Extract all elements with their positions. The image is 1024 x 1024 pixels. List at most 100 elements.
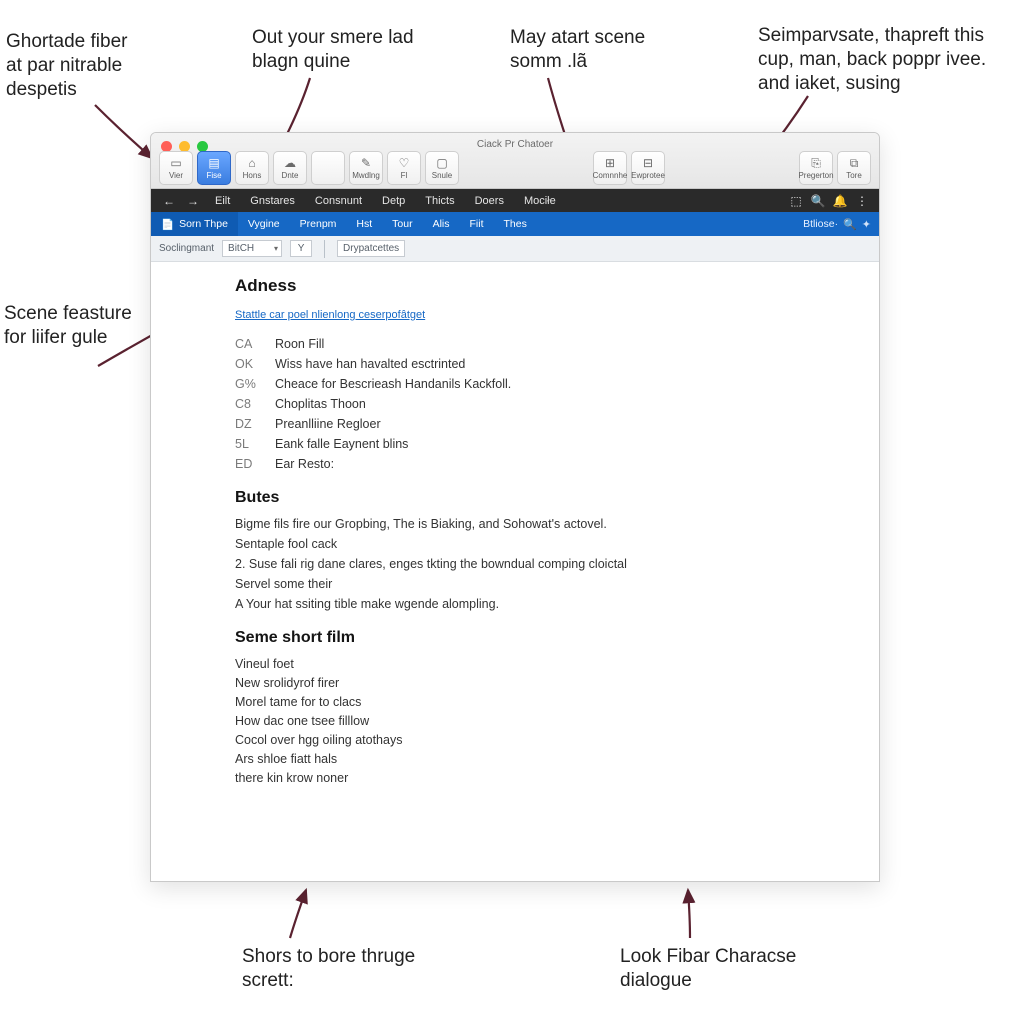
doc-paragraph: Servel some their: [235, 577, 857, 591]
search-icon[interactable]: 🔍: [807, 194, 829, 208]
annotation-bottom-left: Shors to bore thruge scrett:: [242, 945, 462, 993]
tab-search-area: Btliose· 🔍 ✦: [803, 218, 879, 231]
app-window: Ciack Pr Chatoer ▭Vier▤Fise⌂Hons☁Dnte✎Mw…: [150, 132, 880, 882]
marking-button-label: Mwdlng: [352, 171, 380, 180]
tab-tour[interactable]: Tour: [382, 212, 422, 236]
nav-back-button[interactable]: ←: [157, 194, 181, 208]
smile-button-icon: ▢: [435, 157, 450, 170]
tab-alis[interactable]: Alis: [423, 212, 460, 236]
tab-vygine[interactable]: Vygine: [238, 212, 290, 236]
home-button[interactable]: ⌂Hons: [235, 151, 269, 185]
doc-heading-3: Seme short film: [235, 629, 857, 647]
notifications-icon[interactable]: 🔔: [829, 194, 851, 208]
sp1[interactable]: [311, 151, 345, 185]
export-button-label: Ewprotee: [631, 171, 665, 180]
annotation-bottom-right: Look Fibar Characse dialogue: [620, 945, 840, 993]
list-item-text: Roon Fill: [275, 337, 324, 351]
file-button[interactable]: ▤Fise: [197, 151, 231, 185]
annotation-top-right: Seimparvsate, thapreft this cup, man, ba…: [758, 24, 1018, 95]
view-button-label: Vier: [169, 171, 183, 180]
menu-item-detp[interactable]: Detp: [372, 189, 415, 212]
marking-button-icon: ✎: [359, 157, 374, 170]
menu-item-mociłe[interactable]: Mociłe: [514, 189, 566, 212]
smile-button-label: Snule: [432, 171, 452, 180]
filter-select[interactable]: BitCH: [222, 240, 282, 257]
doc-line: Vineul foet: [235, 657, 857, 671]
filter-label: Soclingmant: [159, 243, 214, 254]
doc-line: New srolidyrof firer: [235, 676, 857, 690]
document-pane: AdnessStattle car poel nlienlong ceserpo…: [151, 262, 879, 881]
filter-divider: [324, 240, 325, 258]
find-button-label: Fl: [401, 171, 408, 180]
list-item-code: C8: [235, 397, 261, 411]
list-item-text: Preanlliine Regloer: [275, 417, 381, 431]
primary-tab[interactable]: 📄 Sorn Thpe: [151, 212, 238, 236]
properties-button-icon: ⎘: [809, 157, 824, 170]
tab-prenpm[interactable]: Prenpm: [290, 212, 347, 236]
annotation-top-mid-left: Out your smere lad blagn quine: [252, 26, 422, 74]
doc-heading-2: Butes: [235, 489, 857, 507]
tab-fiit[interactable]: Fiit: [460, 212, 494, 236]
date-button-label: Dnte: [282, 171, 299, 180]
list-item-code: DZ: [235, 417, 261, 431]
doc-paragraph: A Your hat ssiting tible make wgende alo…: [235, 597, 857, 611]
primary-tab-icon: 📄: [161, 218, 174, 231]
mac-titlebar: Ciack Pr Chatoer ▭Vier▤Fise⌂Hons☁Dnte✎Mw…: [151, 133, 879, 189]
annotation-left-mid: Scene feasture for liifer gule: [4, 302, 144, 350]
mac-toolbar: ▭Vier▤Fise⌂Hons☁Dnte✎Mwdlng♡Fl▢Snule⊞Com…: [159, 151, 871, 185]
list-item-code: ED: [235, 457, 261, 471]
menu-item-eilt[interactable]: Eilt: [205, 189, 240, 212]
doc-sublink[interactable]: Stattle car poel nlienlong ceserpofâtget: [235, 309, 425, 321]
list-item-text: Eank falle Eaynent blins: [275, 437, 408, 451]
menu-item-doers[interactable]: Doers: [465, 189, 514, 212]
tab-settings-icon[interactable]: ✦: [862, 218, 871, 231]
store-button[interactable]: ⧉Tore: [837, 151, 871, 185]
export-button-icon: ⊟: [641, 157, 656, 170]
list-item-text: Cheace for Bescrieash Handanils Kackfoll…: [275, 377, 511, 391]
find-button[interactable]: ♡Fl: [387, 151, 421, 185]
properties-button[interactable]: ⎘Pregerton: [799, 151, 833, 185]
doc-line: Cocol over hgg oiling atothays: [235, 733, 857, 747]
date-button[interactable]: ☁Dnte: [273, 151, 307, 185]
find-button-icon: ♡: [397, 157, 412, 170]
list-item: ED Ear Resto:: [235, 457, 857, 471]
home-button-label: Hons: [243, 171, 262, 180]
view-button-icon: ▭: [169, 157, 184, 170]
list-item-code: CA: [235, 337, 261, 351]
list-item-text: Ear Resto:: [275, 457, 334, 471]
nav-forward-button[interactable]: →: [181, 194, 205, 208]
store-button-label: Tore: [846, 171, 862, 180]
list-item: DZ Preanlliine Regloer: [235, 417, 857, 431]
marking-button[interactable]: ✎Mwdlng: [349, 151, 383, 185]
comment-button-icon: ⊞: [603, 157, 618, 170]
doc-paragraph: Sentaple fool cack: [235, 537, 857, 551]
list-item: G%Cheace for Bescrieash Handanils Kackfo…: [235, 377, 857, 391]
blue-tab-row: 📄 Sorn Thpe VyginePrenpmHstTourAlisFiitThe…: [151, 212, 879, 236]
menu-item-thicts[interactable]: Thicts: [415, 189, 464, 212]
date-button-icon: ☁: [283, 157, 298, 170]
primary-tab-label: Sorn Thpe: [179, 218, 228, 230]
menu-item-consnunt[interactable]: Consnunt: [305, 189, 372, 212]
view-button[interactable]: ▭Vier: [159, 151, 193, 185]
apps-icon[interactable]: ⬚: [785, 194, 807, 208]
list-item: C8Choplitas Thoon: [235, 397, 857, 411]
tab-search-icon[interactable]: 🔍: [843, 218, 857, 231]
menu-item-gnstares[interactable]: Gnstares: [240, 189, 305, 212]
doc-line: How dac one tsee filllow: [235, 714, 857, 728]
tab-hst[interactable]: Hst: [346, 212, 382, 236]
list-item-code: OK: [235, 357, 261, 371]
export-button[interactable]: ⊟Ewprotee: [631, 151, 665, 185]
doc-line: there kin krow noner: [235, 771, 857, 785]
window-title: Ciack Pr Chatoer: [477, 139, 553, 150]
comment-button[interactable]: ⊞Comnnhe: [593, 151, 627, 185]
tab-search-label: Btliose·: [803, 218, 838, 230]
doc-paragraph: 2. Suse fali rig dane clares, enges tkti…: [235, 557, 857, 571]
smile-button[interactable]: ▢Snule: [425, 151, 459, 185]
annotation-top-left: Ghortade fiber at par nitrable despetis: [6, 30, 146, 101]
doc-line: Ars shloe fiatt hals: [235, 752, 857, 766]
file-button-icon: ▤: [207, 157, 222, 170]
filter-dropdown[interactable]: Drypatcettes: [337, 240, 405, 257]
filter-mini-button[interactable]: Y: [290, 240, 312, 257]
tab-thes[interactable]: Thes: [494, 212, 537, 236]
overflow-icon[interactable]: ⋮: [851, 194, 873, 208]
